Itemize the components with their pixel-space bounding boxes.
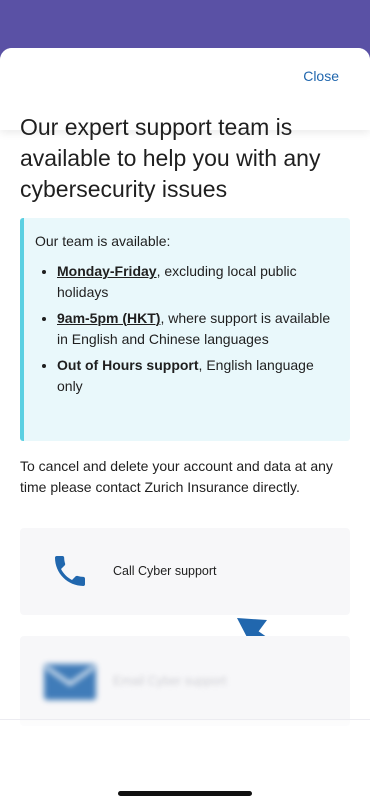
- availability-item-weekdays: Monday-Friday, excluding local public ho…: [57, 261, 336, 303]
- email-support-card[interactable]: Email Cyber support: [20, 636, 350, 726]
- availability-item-bold: Monday-Friday: [57, 263, 157, 279]
- page-headline: Our expert support team is available to …: [20, 114, 321, 202]
- availability-info-box: Our team is available: Monday-Friday, ex…: [20, 218, 350, 441]
- phone-icon: [55, 556, 85, 586]
- email-support-label: Email Cyber support: [113, 674, 227, 688]
- call-support-card[interactable]: Call Cyber support: [20, 528, 350, 615]
- availability-item-bold: 9am-5pm (HKT): [57, 310, 161, 326]
- availability-list: Monday-Friday, excluding local public ho…: [35, 261, 336, 397]
- bottom-overlay: [0, 719, 370, 801]
- availability-item-hours: 9am-5pm (HKT), where support is availabl…: [57, 308, 336, 350]
- cancel-account-text: To cancel and delete your account and da…: [20, 458, 333, 495]
- close-button[interactable]: Close: [303, 68, 339, 84]
- home-indicator[interactable]: [118, 791, 252, 796]
- availability-intro: Our team is available:: [35, 233, 171, 249]
- availability-item-bold: Out of Hours support: [57, 357, 199, 373]
- envelope-icon: [44, 664, 96, 700]
- availability-item-out-of-hours: Out of Hours support, English language o…: [57, 355, 336, 397]
- call-support-label: Call Cyber support: [113, 564, 217, 578]
